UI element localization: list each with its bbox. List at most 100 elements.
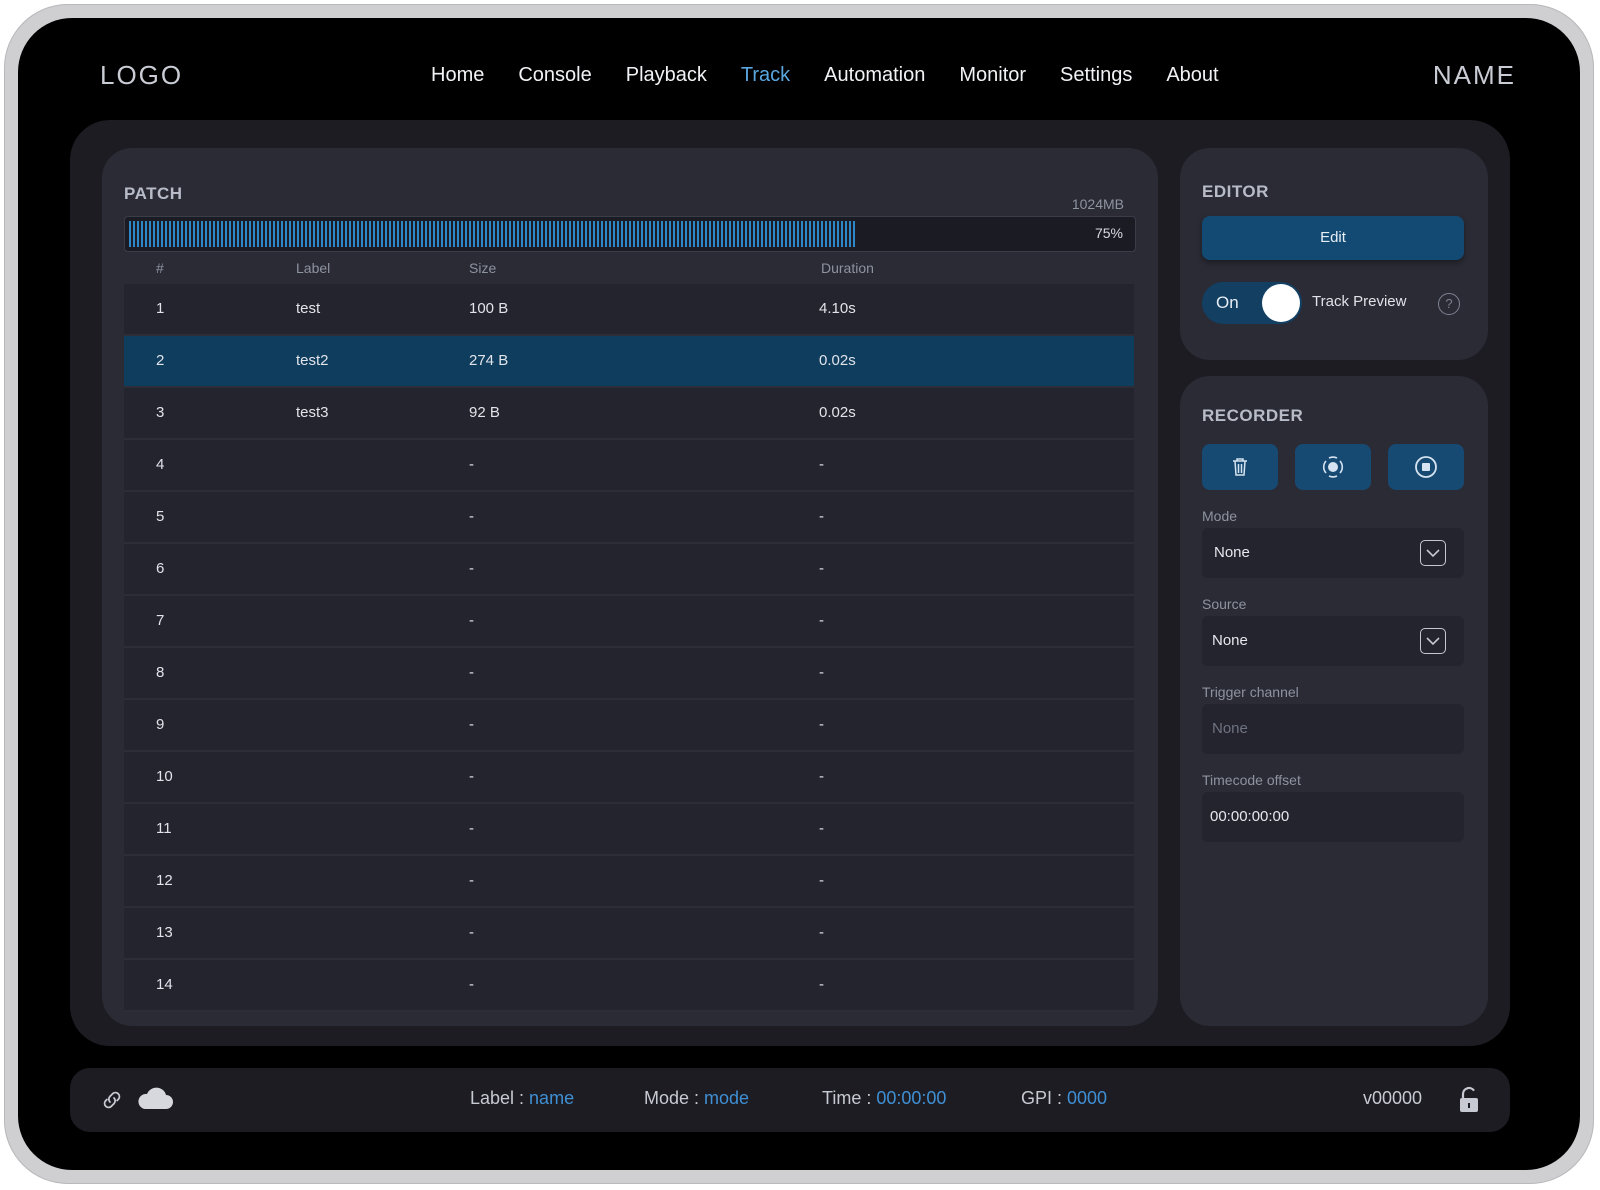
source-label: Source (1202, 596, 1247, 612)
cell-duration: - (819, 456, 824, 473)
source-select[interactable]: None (1202, 616, 1464, 666)
table-row[interactable]: 8 - - (124, 648, 1134, 700)
cell-number: 8 (156, 664, 165, 681)
link-icon[interactable] (100, 1088, 124, 1112)
nav-track[interactable]: Track (741, 64, 790, 87)
cell-number: 12 (156, 872, 173, 889)
cell-size: - (469, 820, 474, 837)
table-row[interactable]: 12 - - (124, 856, 1134, 908)
memory-bar: 75% (124, 216, 1136, 252)
cell-number: 3 (156, 404, 165, 421)
cell-number: 5 (156, 508, 165, 525)
cell-number: 13 (156, 924, 173, 941)
col-label: Label (296, 260, 331, 276)
cell-label: test2 (296, 352, 329, 369)
delete-button[interactable] (1202, 444, 1278, 490)
nav-home[interactable]: Home (431, 64, 484, 87)
cell-duration: - (819, 768, 824, 785)
status-time-key: Time : (822, 1088, 877, 1108)
capture-icon (1322, 456, 1344, 478)
editor-card: EDITOR Edit On Track Preview ? (1180, 148, 1488, 360)
status-time-value: 00:00:00 (876, 1088, 947, 1108)
trash-icon (1233, 458, 1247, 476)
cell-size: - (469, 716, 474, 733)
user-name[interactable]: NAME (1433, 60, 1516, 91)
cell-duration: 0.02s (819, 404, 856, 421)
cell-label: test (296, 300, 321, 317)
col-number: # (156, 260, 164, 276)
nav-playback[interactable]: Playback (626, 64, 707, 87)
cell-duration: - (819, 924, 824, 941)
table-row[interactable]: 7 - - (124, 596, 1134, 648)
status-gpi-value: 0000 (1067, 1088, 1108, 1108)
memory-percent: 75% (1094, 225, 1123, 241)
nav-console[interactable]: Console (518, 64, 591, 87)
table-row[interactable]: 2 test2 274 B 0.02s (124, 336, 1134, 388)
patch-table-body: 1 test 100 B 4.10s 2 test2 274 B 0.02s 3 test3 92 … (124, 284, 1134, 1012)
col-size: Size (469, 260, 497, 276)
help-icon[interactable]: ? (1438, 293, 1460, 315)
cell-size: - (469, 976, 474, 993)
mode-label: Mode (1202, 508, 1238, 524)
cell-number: 9 (156, 716, 165, 733)
main-panel: PATCH 1024MB 75% # Label Size Duration 1… (70, 120, 1510, 1046)
memory-total: 1024MB (1071, 196, 1124, 212)
cell-duration: - (819, 664, 824, 681)
timecode-offset-input[interactable]: 00:00:00:00 (1202, 792, 1464, 842)
memory-bar-fill (129, 221, 857, 247)
cell-duration: 4.10s (819, 300, 856, 317)
status-bar: Label : name Mode : mode Time : 00:00:00… (70, 1068, 1510, 1132)
nav-automation[interactable]: Automation (824, 64, 925, 87)
cell-duration: - (819, 820, 824, 837)
cell-size: - (469, 768, 474, 785)
cell-duration: - (819, 976, 824, 993)
cell-size: - (469, 560, 474, 577)
device-frame: LOGO Home Console Playback Track Automation M… (4, 4, 1594, 1184)
cell-size: 100 B (469, 300, 509, 317)
mode-value: None (1214, 544, 1250, 561)
table-row[interactable]: 4 - - (124, 440, 1134, 492)
cell-duration: 0.02s (819, 352, 856, 369)
table-row[interactable]: 1 test 100 B 4.10s (124, 284, 1134, 336)
cell-duration: - (819, 560, 824, 577)
capture-button[interactable] (1295, 444, 1371, 490)
patch-title: PATCH (124, 184, 183, 203)
cell-size: - (469, 456, 474, 473)
cell-number: 1 (156, 300, 165, 317)
cell-size: 92 B (469, 404, 500, 421)
table-row[interactable]: 6 - - (124, 544, 1134, 596)
nav-monitor[interactable]: Monitor (959, 64, 1026, 87)
status-gpi-key: GPI : (1021, 1088, 1068, 1108)
status-label: Label : name (470, 1088, 574, 1109)
table-row[interactable]: 3 test3 92 B 0.02s (124, 388, 1134, 440)
table-row[interactable]: 13 - - (124, 908, 1134, 960)
cell-duration: - (819, 508, 824, 525)
track-preview-label: Track Preview (1312, 293, 1407, 310)
trigger-channel-input[interactable]: None (1202, 704, 1464, 754)
cell-size: - (469, 508, 474, 525)
status-mode: Mode : mode (644, 1088, 749, 1109)
table-row[interactable]: 11 - - (124, 804, 1134, 856)
table-row[interactable]: 10 - - (124, 752, 1134, 804)
table-row[interactable]: 14 - - (124, 960, 1134, 1012)
cell-size: - (469, 664, 474, 681)
recorder-card: RECORDER Mode None Source None Trigger c… (1180, 376, 1488, 1026)
table-row[interactable]: 5 - - (124, 492, 1134, 544)
toggle-label: On (1216, 293, 1239, 312)
track-preview-toggle[interactable]: On (1202, 282, 1302, 324)
status-label-value: name (529, 1088, 575, 1108)
cloud-icon[interactable] (136, 1084, 174, 1112)
cell-duration: - (819, 716, 824, 733)
timecode-offset-value: 00:00:00:00 (1210, 808, 1290, 825)
status-gpi: GPI : 0000 (1021, 1088, 1107, 1109)
logo: LOGO (100, 60, 184, 90)
cell-size: 274 B (469, 352, 509, 369)
nav-about[interactable]: About (1166, 64, 1218, 87)
table-row[interactable]: 9 - - (124, 700, 1134, 752)
lock-icon[interactable] (1458, 1086, 1480, 1114)
nav-settings[interactable]: Settings (1060, 64, 1132, 87)
status-time: Time : 00:00:00 (822, 1088, 946, 1109)
mode-select[interactable]: None (1202, 528, 1464, 578)
stop-button[interactable] (1388, 444, 1464, 490)
edit-button[interactable]: Edit (1202, 216, 1464, 260)
